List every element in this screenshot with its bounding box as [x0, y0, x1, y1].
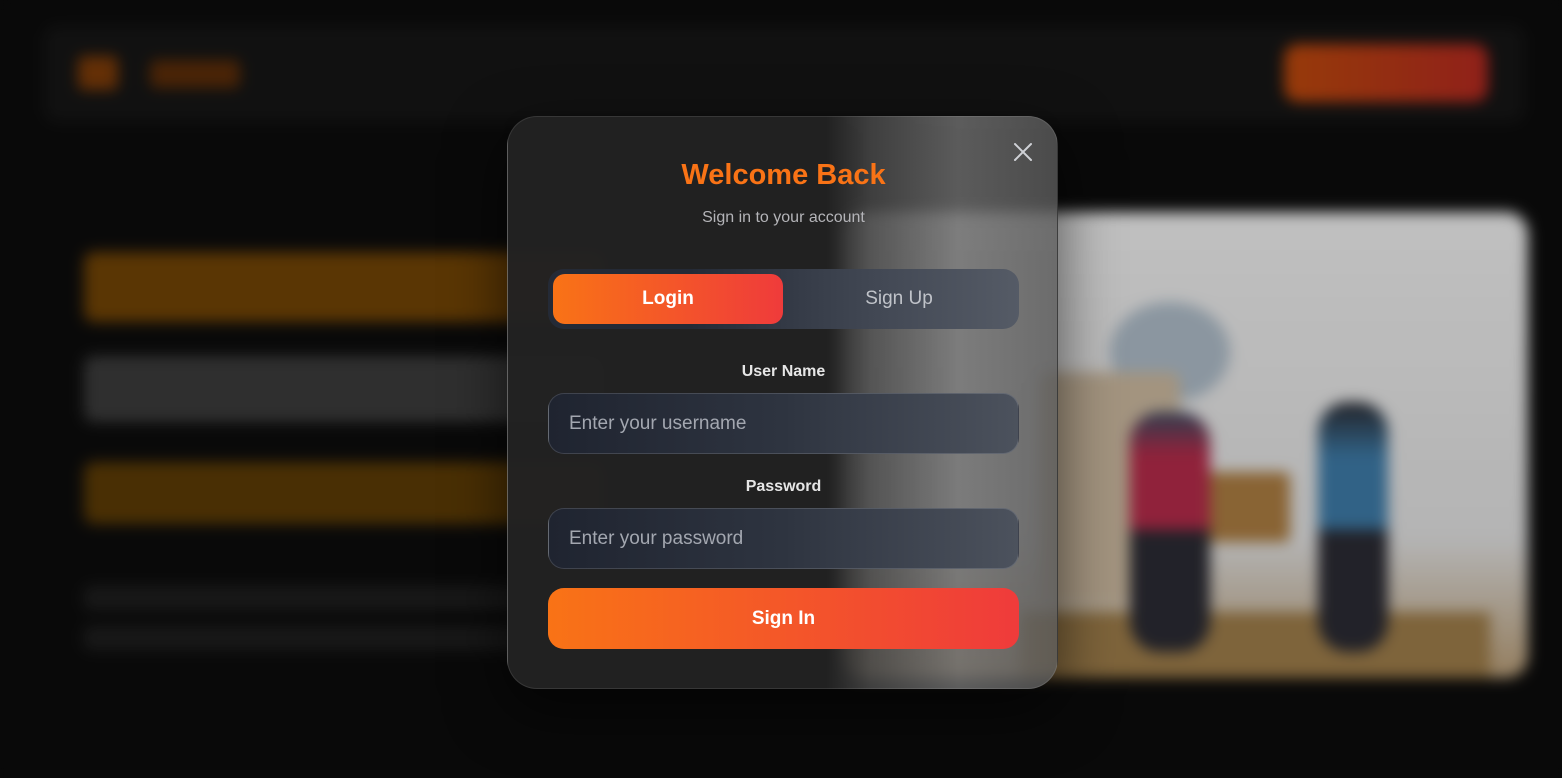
tab-sign-up[interactable]: Sign Up: [784, 274, 1014, 324]
modal-subtitle: Sign in to your account: [702, 209, 865, 226]
login-modal: Welcome Back Sign in to your account Log…: [507, 116, 1058, 689]
auth-tabs: Login Sign Up: [548, 269, 1019, 329]
username-input[interactable]: [548, 393, 1019, 454]
tab-login[interactable]: Login: [553, 274, 783, 324]
password-label: Password: [745, 478, 822, 495]
password-input[interactable]: [548, 508, 1019, 569]
sign-in-button[interactable]: Sign In: [548, 588, 1019, 649]
modal-title: Welcome Back: [681, 159, 886, 191]
username-label: User Name: [741, 363, 826, 380]
